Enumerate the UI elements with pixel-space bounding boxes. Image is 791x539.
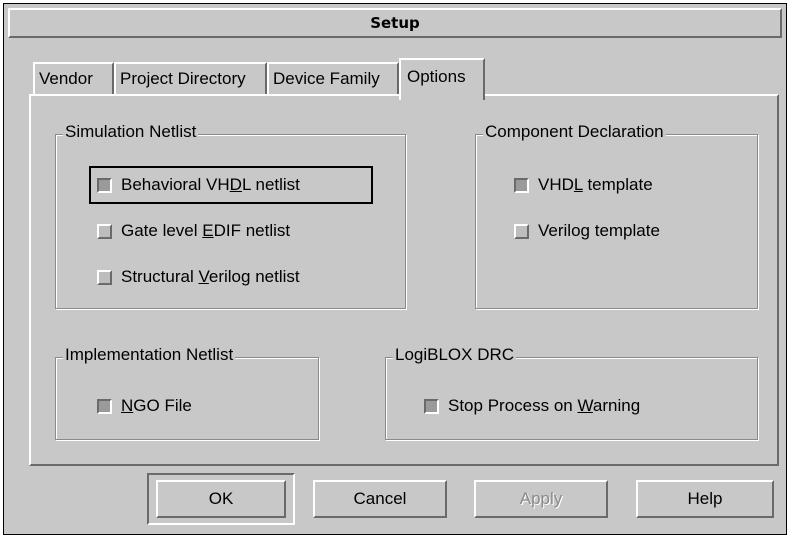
logiblox-drc-title: LogiBLOX DRC	[393, 345, 517, 365]
tab-vendor[interactable]: Vendor	[33, 62, 114, 94]
verilog-template-label: Verilog template	[538, 221, 660, 240]
ngo-file-label: NGO File	[121, 396, 192, 415]
checkbox-indicator	[514, 223, 529, 239]
checkbox-indicator	[424, 398, 439, 414]
checkbox-indicator	[97, 223, 112, 239]
simulation-netlist-group: Simulation Netlist Behavioral VHDL netli…	[55, 122, 406, 309]
vhdl-template-label: VHDL template	[538, 175, 653, 194]
gate-level-edif-netlist-label: Gate level EDIF netlist	[121, 221, 291, 240]
cancel-button[interactable]: Cancel	[313, 480, 447, 518]
logiblox-drc-group: LogiBLOX DRC Stop Process on Warning	[385, 345, 758, 440]
checkbox-indicator	[97, 177, 112, 193]
structural-verilog-netlist-label: Structural Verilog netlist	[121, 267, 300, 286]
window-title[interactable]: Setup	[8, 8, 782, 38]
simulation-netlist-title: Simulation Netlist	[63, 122, 199, 142]
verilog-template-checkbox[interactable]: Verilog template	[514, 221, 660, 241]
setup-dialog: Setup Vendor Project Directory Device Fa…	[3, 3, 787, 535]
tab-device-family[interactable]: Device Family	[267, 62, 399, 94]
stop-process-on-warning-label: Stop Process on Warning	[448, 396, 641, 415]
implementation-netlist-group: Implementation Netlist NGO File	[55, 345, 319, 440]
ok-button[interactable]: OK	[156, 480, 286, 518]
behavioral-vhdl-netlist-label: Behavioral VHDL netlist	[121, 175, 300, 194]
help-button[interactable]: Help	[636, 480, 774, 518]
tab-options[interactable]: Options	[399, 58, 485, 100]
vhdl-template-checkbox[interactable]: VHDL template	[514, 175, 653, 195]
apply-button[interactable]: Apply	[474, 480, 608, 518]
checkbox-indicator	[514, 177, 529, 193]
structural-verilog-netlist-checkbox[interactable]: Structural Verilog netlist	[97, 267, 300, 287]
stop-process-on-warning-checkbox[interactable]: Stop Process on Warning	[424, 396, 640, 416]
ngo-file-checkbox[interactable]: NGO File	[97, 396, 192, 416]
checkbox-indicator	[97, 398, 112, 414]
behavioral-vhdl-netlist-checkbox[interactable]: Behavioral VHDL netlist	[97, 175, 300, 195]
gate-level-edif-netlist-checkbox[interactable]: Gate level EDIF netlist	[97, 221, 290, 241]
component-declaration-title: Component Declaration	[483, 122, 666, 142]
component-declaration-group: Component Declaration VHDL template Veri…	[475, 122, 758, 309]
implementation-netlist-title: Implementation Netlist	[63, 345, 236, 365]
checkbox-indicator	[97, 269, 112, 285]
tab-project-directory[interactable]: Project Directory	[114, 62, 267, 94]
options-panel: Simulation Netlist Behavioral VHDL netli…	[29, 94, 779, 466]
